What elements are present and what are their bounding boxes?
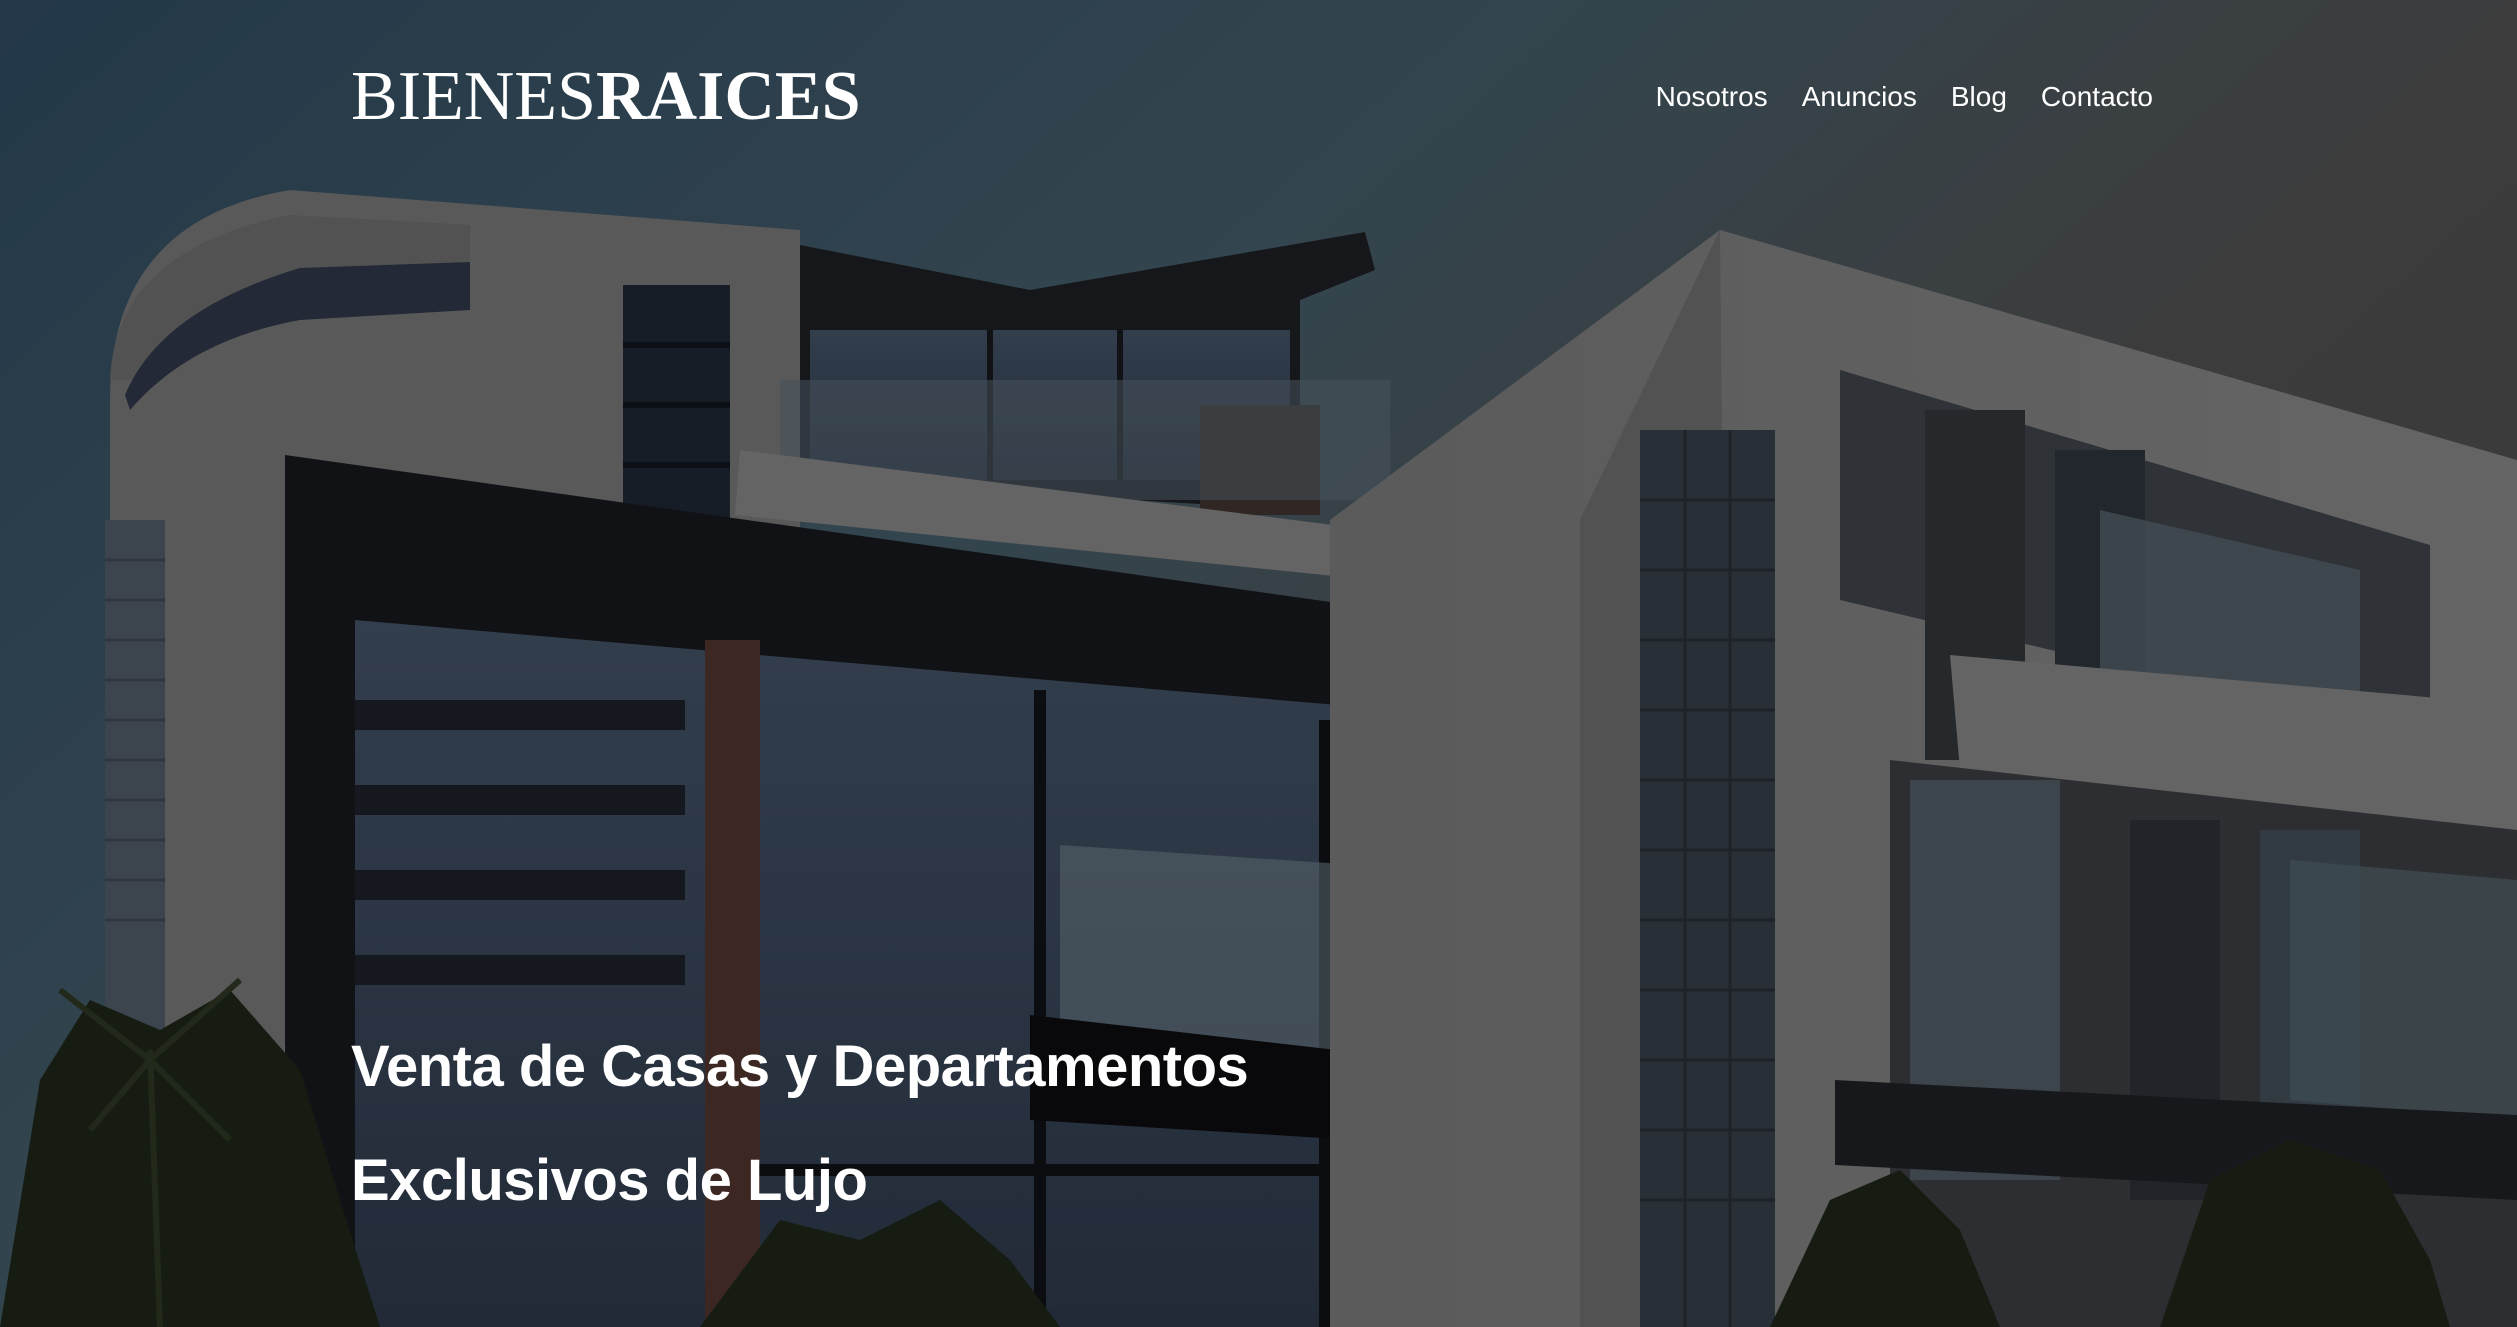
logo-text-bold: RAICES [596,58,861,135]
logo-text-regular: BIENES [351,58,596,135]
site-logo[interactable]: BIENESRAICES [351,62,861,132]
site-header: BIENESRAICES Nosotros Anuncios Blog Cont… [351,52,2153,142]
hero-heading-line-1: Venta de Casas y Departamentos [351,1034,1249,1099]
nav-link-anuncios[interactable]: Anuncios [1802,81,1917,113]
nav-link-blog[interactable]: Blog [1951,81,2007,113]
hero-heading-line-2: Exclusivos de Lujo [351,1148,868,1213]
main-navigation: Nosotros Anuncios Blog Contacto [1656,81,2153,113]
nav-link-contacto[interactable]: Contacto [2041,81,2153,113]
hero-heading: Venta de Casas y Departamentos Exclusivo… [351,1010,1951,1238]
nav-link-nosotros[interactable]: Nosotros [1656,81,1768,113]
hero-section: BIENESRAICES Nosotros Anuncios Blog Cont… [0,0,2517,1327]
